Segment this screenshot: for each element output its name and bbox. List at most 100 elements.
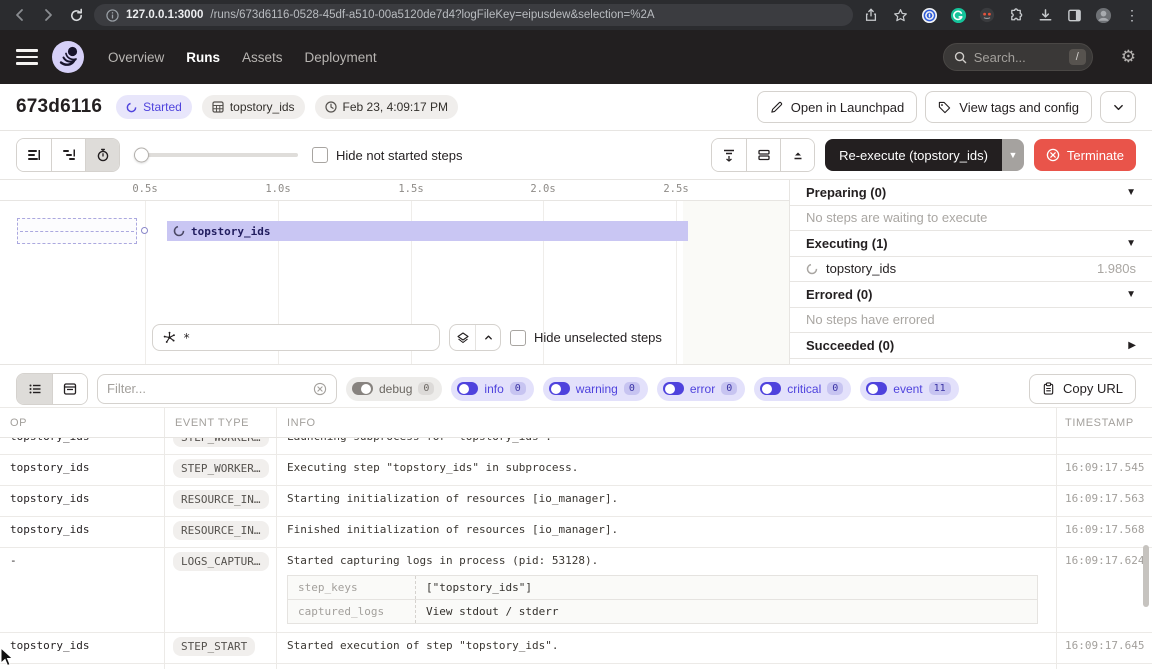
gear-icon[interactable]: ⚙: [1121, 47, 1136, 67]
zoom-slider-thumb[interactable]: [134, 148, 149, 163]
share-icon[interactable]: [861, 5, 881, 25]
nav-item-deployment[interactable]: Deployment: [305, 50, 377, 65]
level-label: event: [893, 382, 922, 396]
job-tag[interactable]: topstory_ids: [202, 95, 305, 119]
start-time-tag[interactable]: Feb 23, 4:09:17 PM: [315, 95, 458, 119]
log-row[interactable]: topstory_ids STEP_WORKER_STARTED Executi…: [0, 455, 1152, 486]
view-tags-config-button[interactable]: View tags and config: [925, 91, 1092, 123]
collapse-panel-button[interactable]: [780, 139, 814, 171]
log-list-view-button[interactable]: [17, 374, 52, 404]
layers-icon[interactable]: [450, 325, 475, 350]
hamburger-menu-icon[interactable]: [16, 49, 38, 65]
log-structured-view-button[interactable]: [52, 374, 87, 404]
downloads-icon[interactable]: [1035, 5, 1055, 25]
search-icon: [954, 51, 967, 64]
grammarly-extension-icon[interactable]: [948, 5, 968, 25]
log-table-body[interactable]: topstory_ids STEP_WORKER_STARTING Launch…: [0, 438, 1152, 669]
preparing-empty-text: No steps are waiting to execute: [806, 210, 987, 225]
run-more-actions-button[interactable]: [1100, 91, 1136, 123]
global-search[interactable]: /: [943, 43, 1093, 71]
log-row[interactable]: topstory_ids STEP_WORKER_STARTING Launch…: [0, 438, 1152, 455]
level-toggle-info[interactable]: info 0: [451, 377, 533, 401]
log-row[interactable]: topstory_ids STEP_START Started executio…: [0, 633, 1152, 664]
errored-title: Errored (0): [806, 287, 872, 302]
terminate-button[interactable]: Terminate: [1034, 139, 1136, 171]
clear-filter-icon[interactable]: [313, 382, 327, 396]
nav-item-runs[interactable]: Runs: [186, 50, 220, 65]
hide-not-started-checkbox[interactable]: Hide not started steps: [312, 147, 462, 163]
clipboard-icon: [1042, 382, 1055, 395]
gantt-time-axis: 0.5s 1.0s 1.5s 2.0s 2.5s: [0, 180, 789, 201]
start-time-label: Feb 23, 4:09:17 PM: [343, 100, 448, 114]
url-bar[interactable]: 127.0.0.1:3000/runs/673d6116-0528-45df-a…: [94, 4, 853, 26]
hide-unselected-checkbox[interactable]: Hide unselected steps: [510, 330, 662, 346]
reexecute-dropdown-button[interactable]: ▼: [1002, 139, 1024, 171]
chrome-menu-icon[interactable]: ⋮: [1122, 5, 1142, 25]
log-filter-field[interactable]: [97, 374, 337, 404]
extensions-puzzle-icon[interactable]: [1006, 5, 1026, 25]
succeeded-section-header[interactable]: Succeeded (0) ▶: [790, 333, 1152, 359]
executing-step-row[interactable]: topstory_ids 1.980s: [790, 257, 1152, 283]
job-grid-icon: [212, 101, 224, 113]
flat-view-button[interactable]: [17, 139, 51, 171]
forward-icon[interactable]: [38, 5, 58, 25]
bookmark-star-icon[interactable]: [890, 5, 910, 25]
timed-view-button[interactable]: [85, 139, 119, 171]
col-header-op: OP: [0, 408, 165, 437]
level-toggle-critical[interactable]: critical 0: [754, 377, 851, 401]
open-in-launchpad-button[interactable]: Open in Launchpad: [757, 91, 917, 123]
preparing-empty-row: No steps are waiting to execute: [790, 206, 1152, 232]
step-query-input[interactable]: [183, 331, 429, 345]
profile-avatar[interactable]: [1093, 5, 1113, 25]
view-stdout-stderr-link[interactable]: View stdout / stderr: [416, 600, 1037, 623]
log-row[interactable]: topstory_ids RESOURCE_INIT_SUCCESS Finis…: [0, 517, 1152, 548]
level-toggle-error[interactable]: error 0: [657, 377, 745, 401]
filter-steps-button[interactable]: [712, 139, 746, 171]
sidebar-toggle-icon[interactable]: [1064, 5, 1084, 25]
log-row[interactable]: - LOGS_CAPTURED Started capturing logs i…: [0, 548, 1152, 633]
site-info-icon[interactable]: [106, 9, 119, 22]
copy-url-button[interactable]: Copy URL: [1029, 374, 1136, 404]
run-header: 673d6116 Started topstory_ids Feb 23, 4:…: [0, 84, 1152, 131]
gantt-step-label: topstory_ids: [191, 225, 270, 238]
zoom-slider[interactable]: [134, 153, 298, 157]
back-icon[interactable]: [10, 5, 30, 25]
executing-section-header[interactable]: Executing (1) ▼: [790, 231, 1152, 257]
extension-icon[interactable]: [977, 5, 997, 25]
log-timestamp: 16:09:17.645: [1057, 633, 1152, 663]
errored-section-header[interactable]: Errored (0) ▼: [790, 282, 1152, 308]
op-selector-input[interactable]: [152, 324, 440, 351]
job-tag-label: topstory_ids: [230, 100, 295, 114]
log-info: Executing step "topstory_ids" in subproc…: [277, 455, 1057, 485]
rows-view-button[interactable]: [746, 139, 780, 171]
log-row[interactable]: topstory_ids RESOURCE_INIT_STARTED Start…: [0, 486, 1152, 517]
gantt-step-bar[interactable]: topstory_ids: [167, 221, 688, 241]
log-op: topstory_ids: [0, 438, 165, 454]
metadata-key: captured_logs: [288, 600, 416, 623]
dagster-logo[interactable]: [52, 41, 84, 73]
spinner-icon: [173, 225, 185, 237]
collapse-query-icon[interactable]: [475, 325, 500, 350]
level-count-badge: 0: [827, 382, 843, 395]
event-type-tag: RESOURCE_INIT_STARTED: [173, 490, 269, 509]
password-extension-icon[interactable]: [919, 5, 939, 25]
reload-icon[interactable]: [66, 5, 86, 25]
gantt-chart: 0.5s 1.0s 1.5s 2.0s 2.5s topstory_ids: [0, 180, 790, 364]
search-input[interactable]: [974, 50, 1062, 65]
reexecute-button[interactable]: Re-execute (topstory_ids): [825, 139, 1002, 171]
waterfall-view-button[interactable]: [51, 139, 85, 171]
url-path: /runs/673d6116-0528-45df-a510-00a5120de7…: [210, 9, 654, 21]
level-toggle-warning[interactable]: warning 0: [543, 377, 648, 401]
nav-item-assets[interactable]: Assets: [242, 50, 283, 65]
level-toggle-debug[interactable]: debug 0: [346, 377, 442, 401]
level-toggle-event[interactable]: event 11: [860, 377, 958, 401]
log-timestamp: 16:09:17.624: [1057, 548, 1152, 632]
col-header-timestamp: TIMESTAMP: [1057, 408, 1152, 437]
event-log-table: OP EVENT TYPE INFO TIMESTAMP topstory_id…: [0, 408, 1152, 669]
run-status-badge[interactable]: Started: [116, 95, 192, 119]
nav-item-overview[interactable]: Overview: [108, 50, 164, 65]
log-filter-input[interactable]: [107, 381, 307, 396]
preparing-section-header[interactable]: Preparing (0) ▼: [790, 180, 1152, 206]
scrollbar-thumb[interactable]: [1143, 545, 1149, 607]
gantt-toolbar: Hide not started steps Re-execute (topst…: [0, 131, 1152, 180]
